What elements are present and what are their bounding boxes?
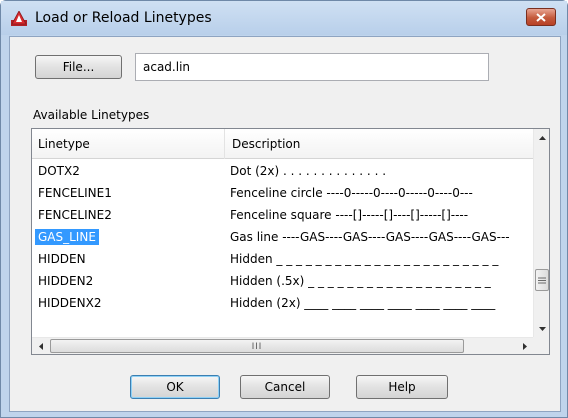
list-row-selected[interactable]: GAS_LINE Gas line ----GAS----GAS----GAS-… — [32, 226, 533, 248]
vertical-scrollbar[interactable] — [533, 129, 549, 337]
autocad-logo-icon — [11, 11, 27, 26]
linetype-description: Fenceline circle ----0-----0----0-----0-… — [230, 186, 473, 200]
linetype-description: Hidden _ _ _ _ _ _ _ _ _ _ _ _ _ _ _ _ _… — [230, 252, 499, 266]
help-button[interactable]: Help — [356, 375, 448, 399]
grip-icon: III — [251, 341, 263, 351]
available-linetypes-label: Available Linetypes — [33, 108, 150, 122]
horizontal-scrollbar[interactable]: III — [32, 337, 533, 354]
dialog-body: File... acad.lin Available Linetypes Lin… — [9, 36, 561, 412]
linetype-description: Gas line ----GAS----GAS----GAS----GAS---… — [230, 230, 510, 244]
list-header: Linetype Description — [32, 129, 533, 159]
list-row[interactable]: DOTX2 Dot (2x) . . . . . . . . . . . . .… — [32, 160, 533, 182]
linetype-description: Hidden (2x) ____ ____ ____ ____ ____ ___… — [230, 296, 496, 310]
scroll-up-arrow-icon[interactable] — [534, 129, 549, 146]
horizontal-scroll-thumb[interactable]: III — [50, 339, 464, 353]
list-row[interactable]: FENCELINE1 Fenceline circle ----0-----0-… — [32, 182, 533, 204]
linetype-name: GAS_LINE — [35, 229, 99, 245]
column-header-description[interactable]: Description — [226, 129, 533, 159]
scroll-right-arrow-icon[interactable] — [516, 338, 533, 354]
close-icon — [536, 12, 546, 22]
linetype-name: DOTX2 — [38, 164, 80, 178]
close-button[interactable] — [526, 8, 556, 26]
scroll-down-arrow-icon[interactable] — [534, 320, 549, 337]
linetype-description: Dot (2x) . . . . . . . . . . . . . . — [230, 164, 387, 178]
ok-button[interactable]: OK — [130, 375, 220, 399]
linetypes-list[interactable]: Linetype Description DOTX2 Dot (2x) . . … — [31, 128, 550, 355]
list-row[interactable]: FENCELINE2 Fenceline square ----[]-----[… — [32, 204, 533, 226]
file-path-field[interactable]: acad.lin — [135, 53, 489, 81]
vertical-scroll-thumb[interactable] — [535, 269, 549, 291]
linetype-name: FENCELINE2 — [38, 208, 112, 222]
dialog-title: Load or Reload Linetypes — [35, 10, 212, 26]
file-button[interactable]: File... — [35, 55, 122, 79]
linetype-description: Hidden (.5x) _ _ _ _ _ _ _ _ _ _ _ _ _ _… — [230, 274, 491, 288]
dialog-window: Load or Reload Linetypes File... acad.li… — [0, 0, 568, 418]
cancel-button[interactable]: Cancel — [240, 375, 330, 399]
scrollbar-corner — [533, 337, 549, 354]
list-rows: DOTX2 Dot (2x) . . . . . . . . . . . . .… — [32, 160, 533, 314]
grip-icon — [538, 277, 546, 283]
linetype-name: HIDDEN2 — [38, 274, 94, 288]
linetype-name: HIDDENX2 — [38, 296, 102, 310]
linetype-name: FENCELINE1 — [38, 186, 112, 200]
scroll-left-arrow-icon[interactable] — [32, 338, 49, 354]
column-header-linetype[interactable]: Linetype — [32, 129, 225, 159]
list-row[interactable]: HIDDENX2 Hidden (2x) ____ ____ ____ ____… — [32, 292, 533, 314]
linetype-name: HIDDEN — [38, 252, 86, 266]
list-row[interactable]: HIDDEN Hidden _ _ _ _ _ _ _ _ _ _ _ _ _ … — [32, 248, 533, 270]
list-row[interactable]: HIDDEN2 Hidden (.5x) _ _ _ _ _ _ _ _ _ _… — [32, 270, 533, 292]
title-bar[interactable]: Load or Reload Linetypes — [1, 1, 567, 35]
linetype-description: Fenceline square ----[]-----[]----[]----… — [230, 208, 469, 222]
